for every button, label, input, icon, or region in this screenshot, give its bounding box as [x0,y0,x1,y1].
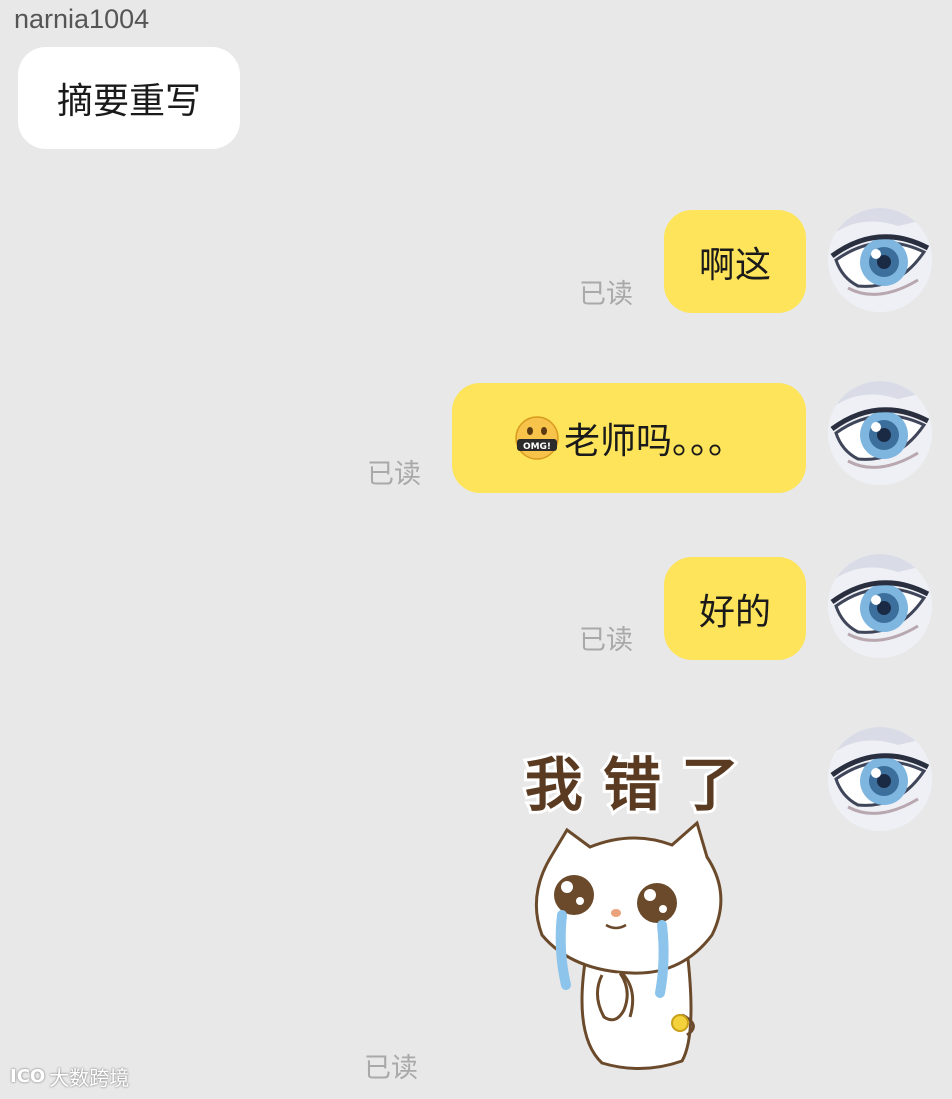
watermark-logo: ICO [10,1066,46,1087]
read-receipt: 已读 [367,459,421,490]
message-text: 啊这 [698,244,771,286]
omg-face-emoji-icon: OMG! [515,416,559,460]
read-receipt: 已读 [579,625,633,656]
user-avatar[interactable] [828,727,932,831]
user-avatar[interactable] [828,381,932,485]
anime-eye-avatar-icon [828,554,932,658]
crying-cat-sticker[interactable]: 我 错 了 [492,735,782,1080]
svg-text:OMG!: OMG! [523,442,551,452]
crying-cat-sticker-icon: 我 错 了 [522,748,742,1070]
incoming-message-bubble[interactable]: 摘要重写 [18,47,240,149]
message-text: 好的 [698,591,771,633]
anime-eye-avatar-icon [828,727,932,831]
sender-name: narnia1004 [14,4,150,34]
message-text: 摘要重写 [56,81,201,122]
sticker-caption: 我 错 了 [525,751,739,819]
outgoing-message-bubble[interactable]: 啊这 [664,210,806,313]
read-receipt: 已读 [364,1053,418,1084]
anime-eye-avatar-icon [828,381,932,485]
message-text: 老师吗。。。 [563,421,744,462]
outgoing-message-bubble[interactable]: OMG! 老师吗。。。 [452,383,806,493]
user-avatar[interactable] [828,554,932,658]
outgoing-message-bubble[interactable]: 好的 [664,557,806,660]
user-avatar[interactable] [828,208,932,312]
read-receipt: 已读 [579,279,633,310]
watermark: ICO 大数跨境 [10,1062,129,1091]
anime-eye-avatar-icon [828,208,932,312]
watermark-text: 大数跨境 [49,1066,130,1090]
